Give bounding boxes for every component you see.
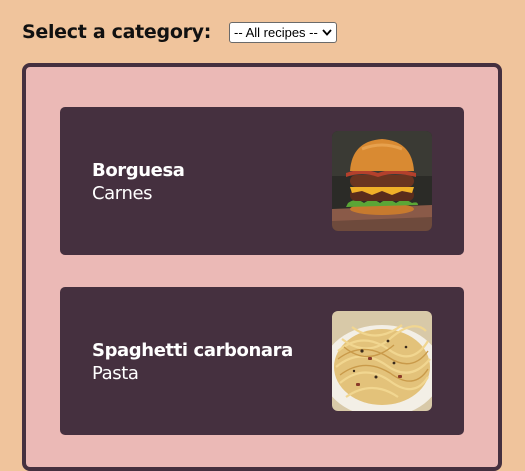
recipe-category: Carnes — [92, 183, 153, 204]
category-select-value: -- All recipes -- — [234, 24, 318, 40]
recipe-name: Spaghetti carbonara — [92, 340, 293, 361]
chevron-down-icon — [322, 27, 332, 37]
recipe-list: Borguesa Carnes Spaghetti carbonara Past… — [22, 63, 502, 471]
burger-photo — [332, 131, 432, 231]
recipe-card[interactable]: Borguesa Carnes — [60, 107, 464, 255]
category-filter: Select a category: -- All recipes -- — [22, 18, 337, 46]
recipe-card[interactable]: Spaghetti carbonara Pasta — [60, 287, 464, 435]
recipe-info: Spaghetti carbonara Pasta — [92, 339, 293, 385]
category-filter-label: Select a category: — [22, 21, 212, 43]
recipe-category: Pasta — [92, 363, 139, 384]
recipe-info: Borguesa Carnes — [92, 159, 185, 205]
category-select[interactable]: -- All recipes -- — [229, 21, 337, 43]
recipe-name: Borguesa — [92, 160, 185, 181]
pasta-photo — [332, 311, 432, 411]
